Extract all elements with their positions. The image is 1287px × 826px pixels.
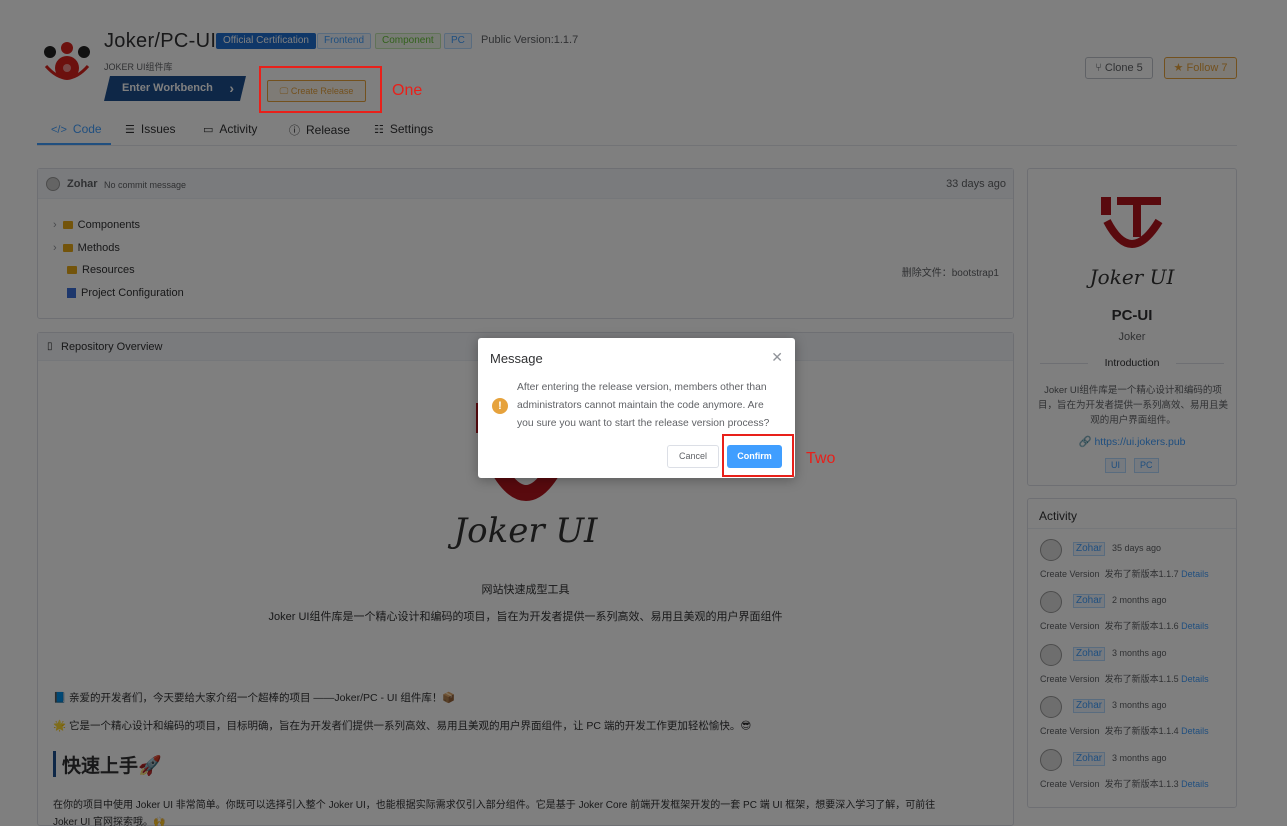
dialog-message: After entering the release version, memb… (517, 382, 770, 429)
annotation-label-two: Two (806, 450, 836, 467)
close-icon[interactable]: ✕ (771, 349, 783, 366)
annotation-box-one (259, 66, 382, 113)
cancel-button[interactable]: Cancel (667, 445, 719, 468)
dialog-title: Message (490, 351, 543, 366)
annotation-box-two (722, 434, 794, 477)
warning-icon: ! (492, 398, 508, 414)
annotation-label-one: One (392, 82, 423, 99)
